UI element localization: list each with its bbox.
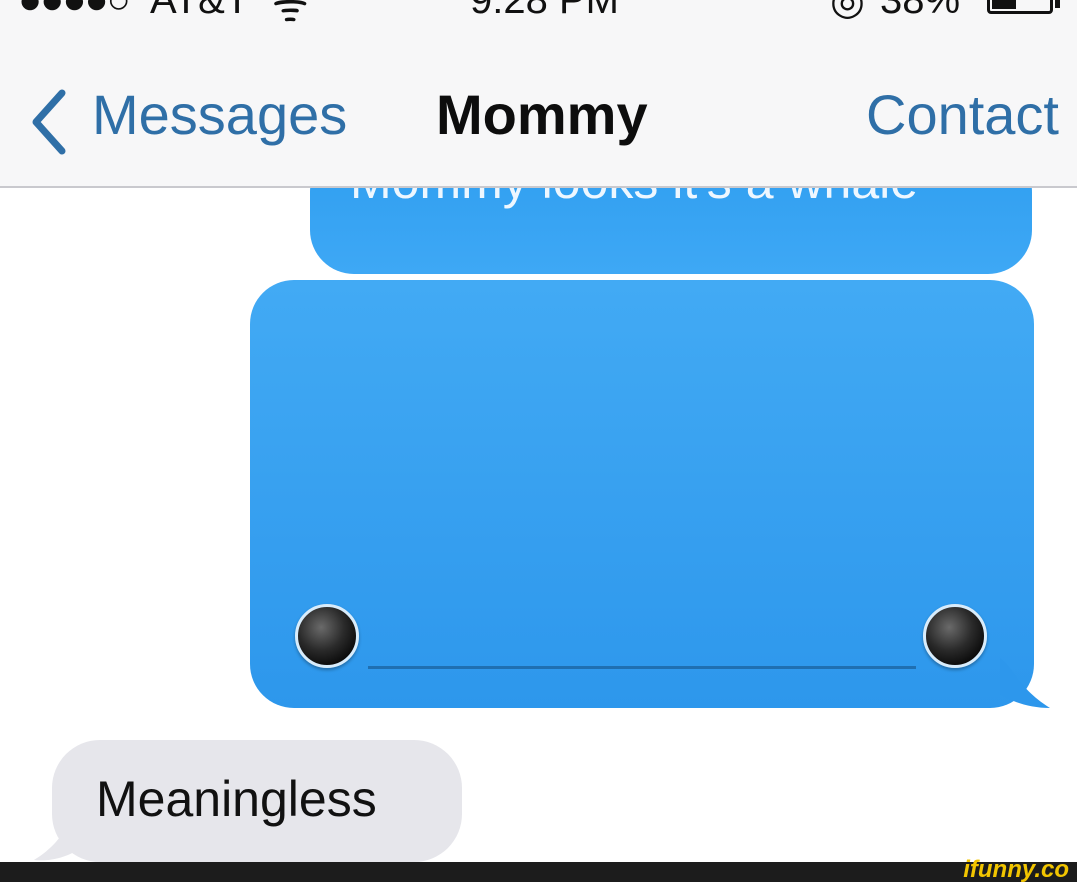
message-text: Meaningless xyxy=(96,771,377,827)
status-time: 9:28 PM xyxy=(470,0,619,22)
sent-bubble-tail xyxy=(1000,658,1050,708)
sent-message-bubble[interactable]: Mommy looks it's a whale xyxy=(310,188,1032,274)
carrier-name: AT&T xyxy=(150,0,250,22)
underline-mouth xyxy=(368,666,916,669)
ifunny-watermark: ifunny.co xyxy=(963,856,1069,883)
battery-icon xyxy=(987,0,1053,14)
sent-blank-bubble[interactable] xyxy=(250,280,1034,708)
left-eye-emoji xyxy=(295,604,359,668)
contact-button[interactable]: Contact xyxy=(866,82,1059,147)
signal-strength: ●●●●○ xyxy=(18,0,131,22)
back-chevron-icon[interactable] xyxy=(26,87,74,157)
battery-percent: 38% xyxy=(880,0,961,22)
navigation-bar: Messages Mommy Contact xyxy=(0,40,1077,188)
watermark-bar: ifunny.co xyxy=(0,856,1077,883)
message-thread: Mommy looks it's a whale Meaningless xyxy=(0,188,1077,862)
back-button[interactable]: Messages xyxy=(92,82,347,147)
battery-tip xyxy=(1055,0,1060,8)
right-eye-emoji xyxy=(923,604,987,668)
wifi-icon: ᯤ xyxy=(272,0,309,30)
received-message-bubble[interactable]: Meaningless xyxy=(52,740,462,862)
status-bar: ●●●●○ AT&T ᯤ 9:28 PM ◎ 38% xyxy=(0,0,1077,40)
conversation-title: Mommy xyxy=(436,83,648,146)
message-text: Mommy looks it's a whale xyxy=(350,188,918,210)
rotation-lock-icon: ◎ xyxy=(830,0,865,23)
